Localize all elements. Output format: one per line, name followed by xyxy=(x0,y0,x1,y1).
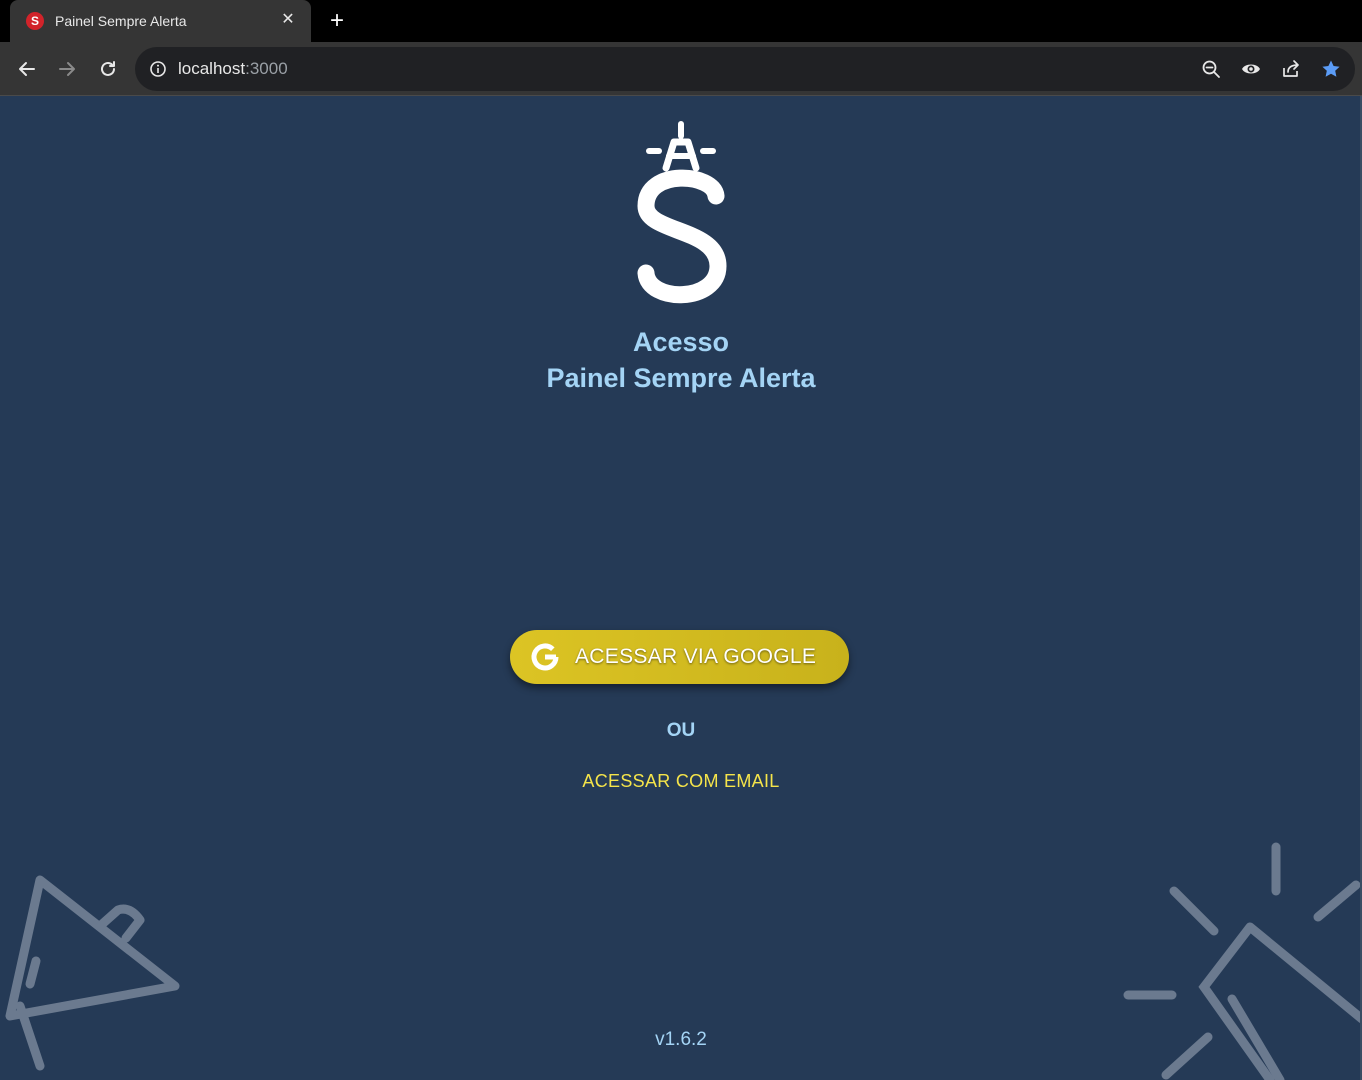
reload-icon xyxy=(101,61,115,76)
url-port: :3000 xyxy=(245,59,288,78)
back-button[interactable] xyxy=(14,56,40,82)
reload-button[interactable] xyxy=(95,56,121,82)
address-bar[interactable]: localhost:3000 xyxy=(135,47,1355,91)
new-tab-icon[interactable]: + xyxy=(326,9,348,33)
tab-title: Painel Sempre Alerta xyxy=(55,13,187,29)
or-separator: OU xyxy=(666,720,696,741)
close-tab-icon[interactable]: ✕ xyxy=(279,11,297,29)
forward-button[interactable] xyxy=(54,56,80,82)
sempre-alerta-logo xyxy=(637,121,727,304)
url-text: localhost:3000 xyxy=(178,59,288,79)
page-title: Acesso Painel Sempre Alerta xyxy=(0,324,1362,396)
url-host: localhost xyxy=(178,59,246,78)
browser-tabbar: S Painel Sempre Alerta ✕ + xyxy=(0,0,1362,42)
title-line-acesso: Acesso xyxy=(632,327,730,357)
favicon-icon: S xyxy=(26,12,44,30)
bookmark-star-icon[interactable] xyxy=(1321,59,1341,79)
google-login-button[interactable]: ACESSAR VIA GOOGLE xyxy=(510,630,849,684)
info-icon[interactable] xyxy=(149,60,167,78)
share-icon[interactable] xyxy=(1281,59,1301,79)
google-icon xyxy=(531,643,559,671)
browser-tab[interactable]: S Painel Sempre Alerta ✕ xyxy=(10,0,311,42)
email-login-link[interactable]: ACESSAR COM EMAIL xyxy=(0,771,1362,792)
google-login-label: ACESSAR VIA GOOGLE xyxy=(575,645,817,668)
eye-icon[interactable] xyxy=(1241,59,1261,79)
zoom-out-icon[interactable] xyxy=(1201,59,1221,79)
title-line-app-name: Painel Sempre Alerta xyxy=(546,363,816,393)
login-page: Acesso Painel Sempre Alerta ACESSAR VIA … xyxy=(0,96,1362,1080)
arrow-right-icon xyxy=(59,62,75,76)
arrow-left-icon xyxy=(19,62,35,76)
app-version: v1.6.2 xyxy=(655,1029,707,1050)
browser-toolbar: localhost:3000 xyxy=(0,42,1362,96)
